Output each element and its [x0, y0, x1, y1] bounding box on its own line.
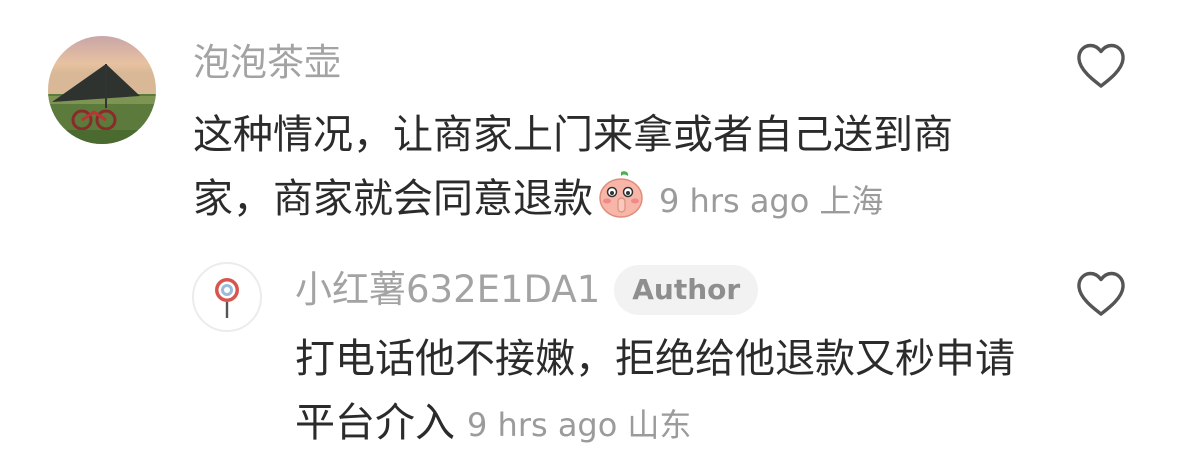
reply-meta: 9 hrs ago 山东 — [467, 406, 691, 444]
comment-body: 这种情况，让商家上门来拿或者自己送到商家，商家就会同意退款 9 hrs ago 上… — [193, 103, 1023, 233]
shushing-peach-emoji-icon — [595, 168, 647, 220]
avatar-photo — [48, 36, 156, 144]
commenter-username[interactable]: 泡泡茶壶 — [193, 38, 341, 88]
comment-time: 9 hrs ago — [659, 182, 810, 220]
reply-avatar[interactable] — [192, 262, 262, 332]
author-badge: Author — [614, 265, 759, 315]
comment-meta: 9 hrs ago 上海 — [659, 182, 883, 220]
lollipop-avatar-icon — [215, 278, 239, 318]
reply-username-row: 小红薯632E1DA1 Author — [295, 265, 759, 315]
reply-username[interactable]: 小红薯632E1DA1 — [295, 268, 600, 311]
comment-location: 上海 — [819, 182, 884, 220]
reply-like-heart-icon[interactable] — [1075, 270, 1127, 318]
like-heart-icon[interactable] — [1075, 42, 1127, 90]
reply-time: 9 hrs ago — [467, 406, 618, 444]
reply-location: 山东 — [627, 406, 692, 444]
reply-body: 打电话他不接嫩，拒绝给他退款又秒申请平台介入 9 hrs ago 山东 — [295, 327, 1025, 457]
commenter-avatar[interactable] — [48, 36, 156, 144]
